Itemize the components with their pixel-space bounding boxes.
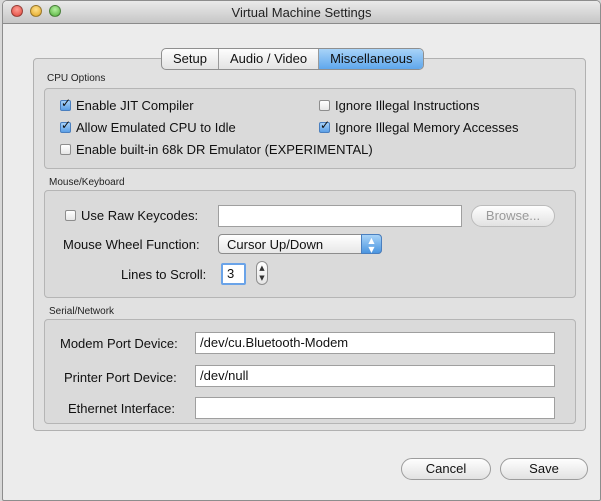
use-raw-keycodes-label: Use Raw Keycodes: xyxy=(81,208,199,223)
keycodes-path-field[interactable] xyxy=(218,205,462,227)
ignore-illegal-instructions-label: Ignore Illegal Instructions xyxy=(335,98,480,113)
allow-idle-label: Allow Emulated CPU to Idle xyxy=(76,120,236,135)
tab-audio-video[interactable]: Audio / Video xyxy=(219,49,320,69)
save-button[interactable]: Save xyxy=(500,458,588,480)
mouse-section-label: Mouse/Keyboard xyxy=(49,177,125,188)
ignore-illegal-instructions-checkbox[interactable]: Ignore Illegal Instructions xyxy=(319,98,480,113)
checkbox-indicator[interactable] xyxy=(60,118,71,133)
cpu-section-label: CPU Options xyxy=(47,73,106,84)
enable-dr-emulator-checkbox[interactable]: Enable built-in 68k DR Emulator (EXPERIM… xyxy=(60,142,373,157)
mouse-wheel-value: Cursor Up/Down xyxy=(227,237,324,252)
printer-port-field[interactable]: /dev/null xyxy=(195,365,555,387)
use-raw-keycodes-checkbox[interactable]: Use Raw Keycodes: xyxy=(65,208,198,223)
serial-section-label: Serial/Network xyxy=(49,306,115,317)
printer-port-label: Printer Port Device: xyxy=(64,370,177,385)
tab-bar: Setup Audio / Video Miscellaneous xyxy=(161,48,425,70)
mouse-wheel-label: Mouse Wheel Function: xyxy=(63,237,200,252)
tab-setup[interactable]: Setup xyxy=(162,49,219,69)
checkbox-indicator[interactable] xyxy=(60,96,71,111)
checkbox-indicator[interactable] xyxy=(319,100,330,111)
title-bar: Virtual Machine Settings xyxy=(3,1,600,24)
modem-port-field[interactable]: /dev/cu.Bluetooth-Modem xyxy=(195,332,555,354)
modem-port-label: Modem Port Device: xyxy=(60,336,178,351)
window-title: Virtual Machine Settings xyxy=(231,5,372,20)
up-down-arrows-icon: ▲ ▼ xyxy=(361,234,382,254)
cancel-button[interactable]: Cancel xyxy=(401,458,491,480)
ethernet-interface-field[interactable] xyxy=(195,397,555,419)
lines-to-scroll-label: Lines to Scroll: xyxy=(121,267,207,282)
tab-miscellaneous[interactable]: Miscellaneous xyxy=(319,49,424,69)
stepper-icon[interactable]: ▲ ▼ xyxy=(256,261,268,285)
settings-window: Virtual Machine Settings Setup Audio / V… xyxy=(2,0,601,501)
checkbox-indicator[interactable] xyxy=(60,144,71,155)
ignore-illegal-memory-label: Ignore Illegal Memory Accesses xyxy=(335,120,519,135)
ethernet-interface-label: Ethernet Interface: xyxy=(68,401,175,416)
checkbox-indicator[interactable] xyxy=(319,118,330,133)
allow-idle-checkbox[interactable]: Allow Emulated CPU to Idle xyxy=(60,118,236,135)
enable-dr-emulator-label: Enable built-in 68k DR Emulator (EXPERIM… xyxy=(76,142,373,157)
ignore-illegal-memory-checkbox[interactable]: Ignore Illegal Memory Accesses xyxy=(319,118,519,135)
mouse-wheel-popup[interactable]: Cursor Up/Down ▲ ▼ xyxy=(218,234,382,254)
checkbox-indicator[interactable] xyxy=(65,210,76,221)
enable-jit-checkbox[interactable]: Enable JIT Compiler xyxy=(60,96,194,113)
lines-to-scroll-field[interactable]: 3 xyxy=(221,263,246,285)
browse-button[interactable]: Browse... xyxy=(471,205,555,227)
enable-jit-label: Enable JIT Compiler xyxy=(76,98,194,113)
